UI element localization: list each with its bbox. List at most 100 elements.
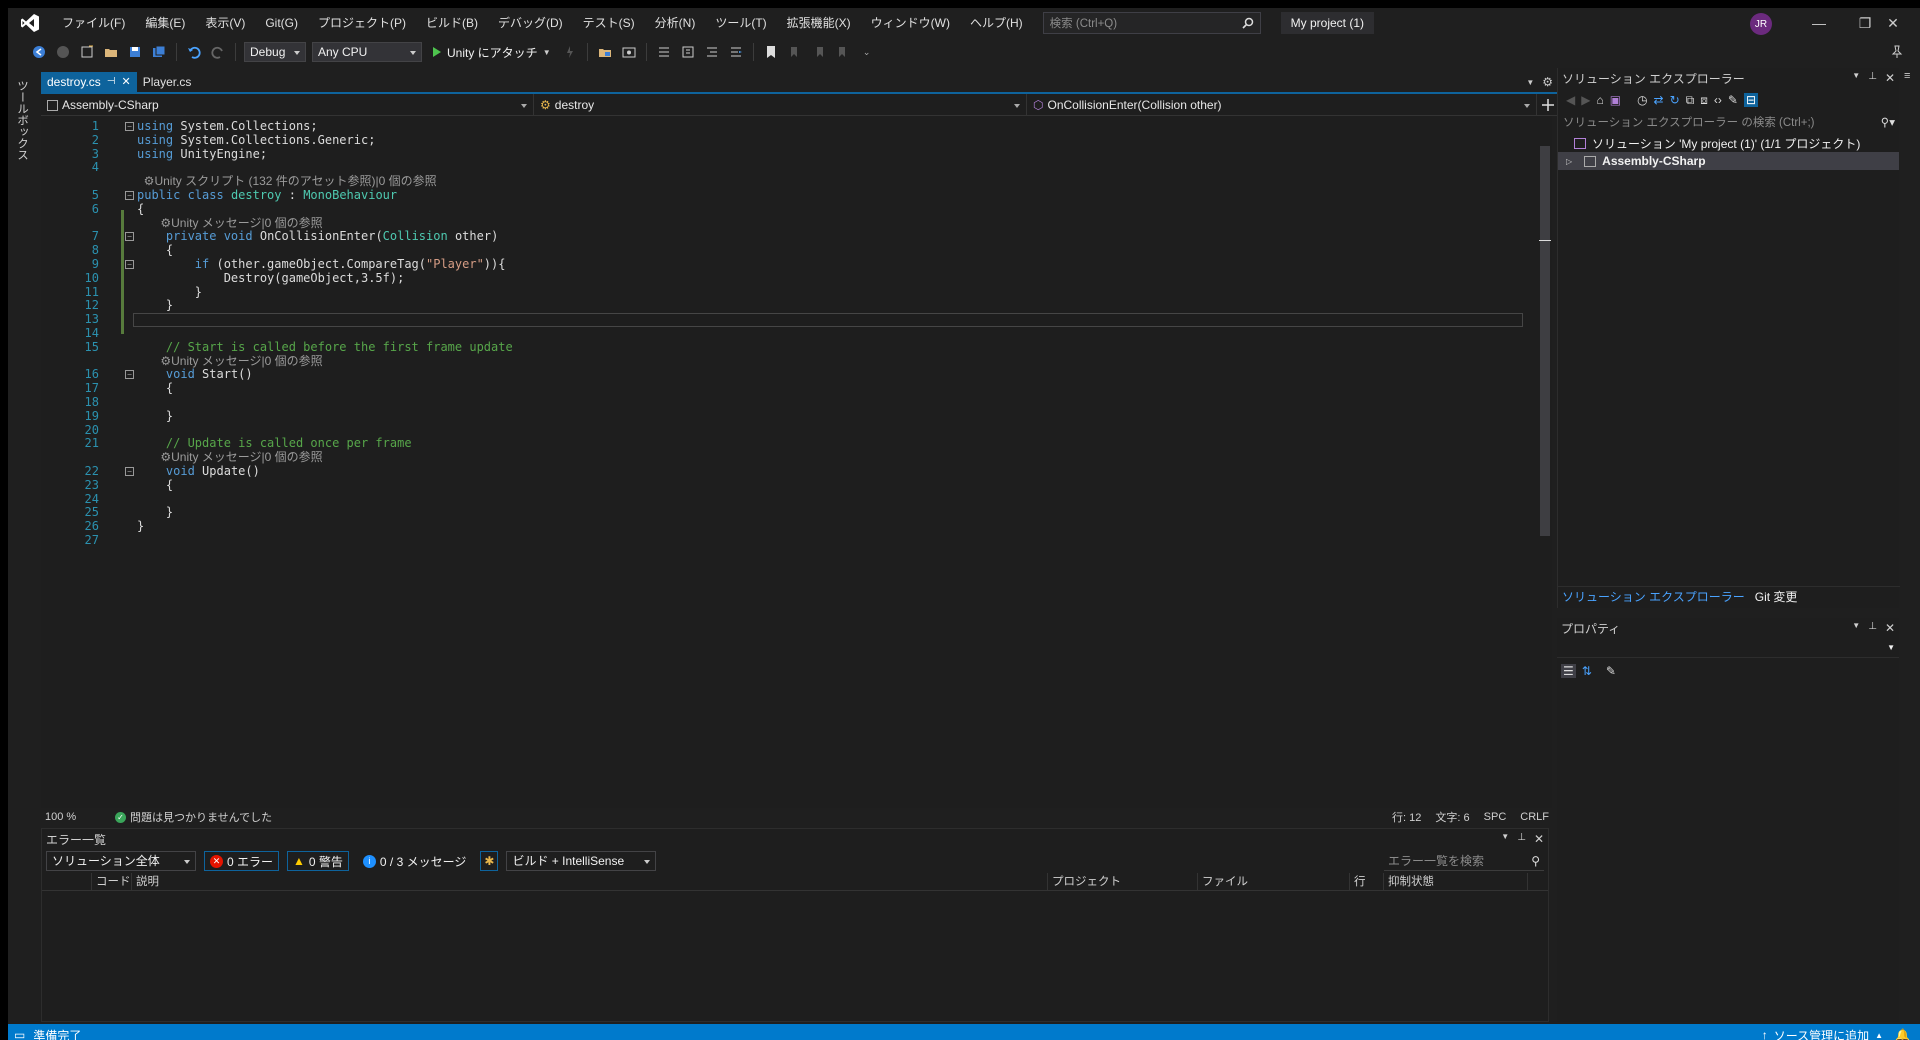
alphabetical-icon[interactable]: ⇅ [1582,664,1592,678]
forward-icon[interactable] [54,43,72,61]
bell-icon[interactable]: 🔔 [1895,1028,1910,1040]
new-project-icon[interactable] [78,43,96,61]
pin-icon[interactable] [1888,43,1906,61]
tab-destroy-cs[interactable]: destroy.cs ⊣ ✕ [41,72,137,92]
search-icon[interactable]: ⚲ [1531,854,1540,868]
redo-icon[interactable] [209,43,227,61]
hot-reload-icon[interactable] [561,43,579,61]
menu-view[interactable]: 表示(V) [195,8,255,38]
scrollbar-thumb[interactable] [1540,146,1550,536]
chevron-down-icon[interactable]: ▼ [543,48,551,57]
column-header-code[interactable]: コード [92,872,132,891]
menu-git[interactable]: Git(G) [255,8,308,38]
line-indicator[interactable]: 行: 12 [1392,809,1421,825]
menu-edit[interactable]: 編集(E) [135,8,195,38]
chevron-down-icon[interactable]: ▼ [1501,832,1509,846]
switch-views-icon[interactable]: ▣ [1610,93,1621,107]
gear-icon[interactable]: ⚙ [1542,75,1553,89]
expand-arrow-icon[interactable]: ▷ [1566,157,1572,166]
menu-file[interactable]: ファイル(F) [52,8,135,38]
menu-window[interactable]: ウィンドウ(W) [861,8,960,38]
error-search-input[interactable]: エラー一覧を検索 ⚲ [1384,851,1544,871]
fold-toggle[interactable]: − [125,467,134,476]
undo-icon[interactable] [185,43,203,61]
tab-git-changes[interactable]: Git 変更 [1755,588,1798,605]
codelens-class[interactable]: ⚙Unity スクリプト (132 件のアセット参照)|0 個の参照 [137,174,437,189]
pin-icon[interactable]: ⊥ [1868,71,1877,85]
overflow-icon[interactable]: ⌄ [858,43,876,61]
line-ending-indicator[interactable]: CRLF [1520,811,1549,823]
sync-icon[interactable]: ⇄ [1654,93,1664,107]
solution-search-input[interactable]: ソリューション エクスプローラー の検索 (Ctrl+;) ⚲▾ [1559,112,1899,132]
open-folder-icon[interactable] [102,43,120,61]
chevron-down-icon[interactable]: ▼ [1887,643,1895,652]
properties-icon[interactable]: ✎ [1728,93,1738,107]
solution-node[interactable]: ソリューション 'My project (1)' (1/1 プロジェクト) [1558,134,1899,152]
notifications-strip[interactable]: ≡ [1901,68,1920,98]
menu-help[interactable]: ヘルプ(H) [960,8,1033,38]
search-input[interactable]: 検索 (Ctrl+Q) [1042,12,1261,34]
source-control-button[interactable]: ↑ ソース管理に追加 ▲ [1762,1027,1883,1040]
forward-icon[interactable]: ▶ [1581,93,1590,107]
pin-tab-icon[interactable]: ⊣ [107,72,116,92]
notifications-icon[interactable]: ≡ [1904,70,1910,82]
menu-test[interactable]: テスト(S) [573,8,645,38]
properties-object-select[interactable]: ▼ [1557,638,1899,658]
back-icon[interactable]: ◀ [1566,93,1575,107]
pin-icon[interactable]: ⊥ [1868,621,1877,635]
column-header-project[interactable]: プロジェクト [1048,872,1198,891]
menu-analyze[interactable]: 分析(N) [645,8,706,38]
member-dropdown[interactable]: ⬡ OnCollisionEnter(Collision other) [1027,94,1537,116]
editor-scrollbar[interactable] [1538,116,1552,808]
column-header-blank[interactable] [42,872,92,891]
platform-select[interactable]: Any CPU [312,42,422,62]
output-icon[interactable]: ▭ [14,1028,25,1040]
close-window-button[interactable]: ✕ [1870,8,1916,38]
errors-filter-button[interactable]: ✕ 0 エラー [204,851,280,871]
menu-extensions[interactable]: 拡張機能(X) [777,8,861,38]
project-node[interactable]: ▷ Assembly-CSharp [1558,152,1899,170]
column-header-suppression[interactable]: 抑制状態 [1384,872,1528,891]
fold-toggle[interactable]: − [125,260,134,269]
save-all-icon[interactable] [150,43,168,61]
close-icon[interactable]: ✕ [1885,71,1895,85]
codelens-method[interactable]: ⚙Unity メッセージ|0 個の参照 [137,216,322,231]
zoom-select[interactable]: 100 % [41,811,91,823]
close-tab-icon[interactable]: ✕ [122,72,131,92]
col-indicator[interactable]: 文字: 6 [1435,809,1469,825]
toolbox-label[interactable]: ツールボックス [14,80,30,161]
class-dropdown[interactable]: ⚙ destroy [534,94,1027,116]
whitespace-indicator[interactable]: SPC [1484,811,1507,823]
split-editor-icon[interactable] [1537,94,1559,115]
outdent-icon[interactable] [703,43,721,61]
preview-icon[interactable]: ⊟ [1743,93,1759,107]
show-all-files-icon[interactable]: ⧈ [1700,93,1708,108]
fold-toggle[interactable]: − [125,232,134,241]
prev-bookmark-icon[interactable] [786,43,804,61]
filter-toggle-icon[interactable]: ✱ [480,851,499,871]
warnings-filter-button[interactable]: ▲ 0 警告 [287,851,349,871]
attach-unity-button[interactable]: Unity にアタッチ ▼ [428,44,555,61]
codelens-update[interactable]: ⚙Unity メッセージ|0 個の参照 [137,450,322,465]
search-icon[interactable]: ⚲▾ [1881,115,1895,129]
browse-folder-icon[interactable] [596,43,614,61]
scope-select[interactable]: ソリューション全体 [46,851,196,871]
messages-filter-button[interactable]: i 0 / 3 メッセージ [357,851,472,871]
config-select[interactable]: Debug [244,42,306,62]
menu-build[interactable]: ビルド(B) [416,8,488,38]
fold-toggle[interactable]: − [125,370,134,379]
close-icon[interactable]: ✕ [1534,832,1544,846]
chevron-down-icon[interactable]: ▼ [1852,71,1860,85]
codelens-start[interactable]: ⚙Unity メッセージ|0 個の参照 [137,354,322,369]
fold-toggle[interactable]: − [125,191,134,200]
build-filter-select[interactable]: ビルド + IntelliSense [506,851,657,871]
step-icon[interactable] [655,43,673,61]
back-icon[interactable] [30,43,48,61]
issues-indicator[interactable]: ✓ 問題は見つかりませんでした [115,809,272,825]
project-dropdown[interactable]: Assembly-CSharp [41,94,534,116]
save-icon[interactable] [126,43,144,61]
indent-icon[interactable] [727,43,745,61]
minimize-button[interactable]: — [1796,8,1842,38]
history-icon[interactable]: ◷ [1637,93,1647,107]
screenshot-icon[interactable] [620,43,638,61]
